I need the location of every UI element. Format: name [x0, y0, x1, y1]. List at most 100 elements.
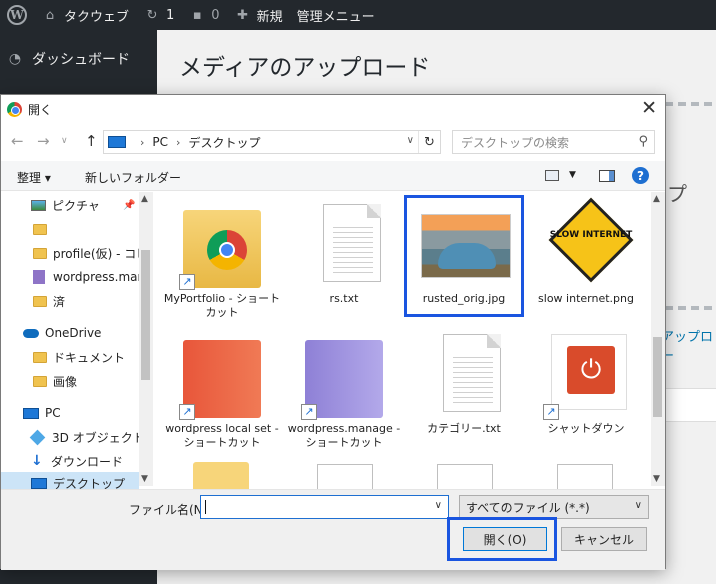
sign-text: SLOW INTERNET — [549, 230, 633, 240]
admin-menu-label: 管理メニュー — [296, 9, 375, 25]
folder-icon — [33, 247, 47, 259]
tree-scrollbar-thumb[interactable] — [141, 250, 150, 380]
file-item-shutdown[interactable]: ⏻ ↗ シャットダウン — [527, 326, 645, 446]
tree-item-wordpress-manage[interactable]: wordpress.manage — [1, 266, 139, 288]
tree-scrollbar[interactable]: ▲ ▼ — [139, 192, 153, 486]
partial-folder-icon[interactable] — [193, 462, 249, 489]
wp-logo-menu[interactable]: W — [0, 0, 34, 30]
new-content-menu[interactable]: ✚ 新規 — [227, 0, 290, 30]
scroll-up-icon[interactable]: ▲ — [653, 194, 660, 204]
grid-scrollbar[interactable]: ▲ ▼ — [651, 192, 665, 486]
recent-locations-icon[interactable]: ∨ — [61, 136, 68, 146]
preview-pane-icon[interactable] — [599, 170, 615, 182]
refresh-icon[interactable]: ↻ — [418, 131, 440, 153]
back-arrow-icon[interactable]: ← — [11, 132, 24, 150]
grid-scrollbar-thumb[interactable] — [653, 337, 662, 417]
file-item-category-txt[interactable]: カテゴリー.txt — [405, 326, 523, 446]
search-input[interactable]: デスクトップの検索 ⚲ — [452, 130, 655, 154]
pc-icon — [23, 407, 39, 419]
comments-menu[interactable]: ▪ 0 — [181, 0, 226, 30]
menu-item-dashboard-label: ダッシュボード — [32, 52, 130, 68]
upload-link[interactable]: アップロー — [661, 326, 716, 364]
filename-input[interactable]: ∨ — [200, 495, 449, 519]
tree-item-done[interactable]: 済 — [1, 290, 139, 312]
file-item-wordpress-local-set[interactable]: ↗ wordpress local set - ショートカット — [163, 326, 281, 449]
scroll-down-icon[interactable]: ▼ — [141, 474, 148, 484]
updates-menu[interactable]: ↻ 1 — [136, 0, 181, 30]
scroll-down-icon[interactable]: ▼ — [653, 474, 660, 484]
file-item-slow-internet-png[interactable]: SLOW INTERNET slow internet.png — [527, 196, 645, 316]
dialog-titlebar: 開く ✕ — [1, 95, 665, 123]
plus-icon: ✚ — [237, 7, 249, 23]
partial-file-icon[interactable] — [557, 464, 613, 489]
download-icon: ↓ — [31, 453, 43, 469]
document-lines — [333, 223, 373, 273]
page-title: メディアのアップロード — [179, 55, 431, 81]
chrome-folder-shortcut-icon: ↗ — [179, 204, 265, 290]
organize-button[interactable]: 整理 ▾ — [17, 169, 51, 186]
tree-item-label: wordpress.manage — [53, 270, 139, 284]
tree-item-pc[interactable]: PC — [1, 402, 139, 424]
photo-thumbnail — [421, 204, 511, 290]
text-file-icon — [301, 204, 387, 290]
view-options-icon[interactable] — [545, 170, 559, 181]
document-icon — [323, 204, 381, 282]
help-icon[interactable]: ? — [632, 167, 649, 184]
shortcut-arrow-icon: ↗ — [543, 404, 559, 420]
dialog-title: 開く — [28, 102, 53, 117]
tree-item-profile-copy[interactable]: profile(仮) - コピー — [1, 242, 139, 264]
close-icon[interactable]: ✕ — [641, 98, 657, 118]
pin-icon[interactable]: 📌 — [123, 200, 135, 211]
purple-folder-shortcut-icon: ↗ — [301, 334, 387, 420]
tree-item-downloads[interactable]: ↓ ダウンロード — [1, 450, 139, 472]
admin-menu-link[interactable]: 管理メニュー — [290, 0, 382, 30]
address-bar[interactable]: › PC › デスクトップ ∨ ↻ — [103, 130, 441, 154]
file-type-value: すべてのファイル (*.*) — [466, 500, 590, 515]
tree-item-desktop[interactable]: デスクトップ — [1, 472, 139, 489]
tree-item-label: OneDrive — [45, 326, 102, 340]
onedrive-icon — [23, 328, 39, 338]
chevron-down-icon[interactable]: ▼ — [569, 170, 576, 180]
up-arrow-icon[interactable]: ↑ — [85, 132, 98, 150]
folder-icon — [33, 351, 47, 363]
updates-count: 1 — [166, 7, 175, 23]
shortcut-arrow-icon: ↗ — [301, 404, 317, 420]
new-folder-button[interactable]: 新しいフォルダー — [85, 169, 181, 186]
file-grid: ↗ MyPortfolio - ショートカット rs.txt rusted_or… — [153, 192, 651, 489]
wordpress-file-icon — [33, 270, 45, 284]
3d-objects-icon — [29, 429, 46, 445]
breadcrumb-pc[interactable]: PC — [152, 135, 168, 149]
file-label: wordpress.manage - ショートカット — [287, 422, 401, 449]
chevron-down-icon[interactable]: ∨ — [407, 135, 414, 146]
pictures-icon — [31, 199, 46, 211]
refresh-icon: ↻ — [146, 7, 158, 23]
tree-item-pictures[interactable]: ピクチャ 📌 — [1, 194, 139, 216]
file-type-select[interactable]: すべてのファイル (*.*) ∨ — [459, 495, 649, 519]
orange-folder-shortcut-icon: ↗ — [179, 334, 265, 420]
chevron-down-icon[interactable]: ∨ — [435, 500, 442, 511]
tree-item-images[interactable]: 画像 — [1, 370, 139, 392]
scroll-up-icon[interactable]: ▲ — [141, 194, 148, 204]
tree-item-label: デスクトップ — [53, 476, 126, 490]
partial-file-icon[interactable] — [317, 464, 373, 489]
partial-file-icon[interactable] — [437, 464, 493, 489]
wordpress-logo-icon: W — [7, 5, 27, 25]
chrome-icon — [7, 101, 22, 117]
file-item-myportfolio[interactable]: ↗ MyPortfolio - ショートカット — [163, 196, 281, 319]
sign-thumbnail: SLOW INTERNET — [543, 197, 634, 290]
monitor-icon — [108, 136, 126, 148]
tree-item-onedrive[interactable]: OneDrive — [1, 322, 139, 344]
tree-item-3d-objects[interactable]: 3D オブジェクト — [1, 426, 139, 448]
file-item-rusted-orig-jpg[interactable]: rusted_orig.jpg — [404, 195, 524, 317]
menu-item-dashboard[interactable]: ◔ ダッシュボード — [0, 42, 157, 76]
file-item-rs-txt[interactable]: rs.txt — [285, 196, 403, 316]
tree-item-folder[interactable] — [1, 218, 139, 240]
breadcrumb-desktop[interactable]: デスクトップ — [188, 134, 260, 151]
forward-arrow-icon[interactable]: → — [37, 132, 50, 150]
cancel-button[interactable]: キャンセル — [561, 527, 647, 551]
site-name-menu[interactable]: ⌂ タクウェブ — [34, 0, 136, 30]
desktop-icon — [31, 477, 47, 489]
tree-item-documents[interactable]: ドキュメント — [1, 346, 139, 368]
file-item-wordpress-manage[interactable]: ↗ wordpress.manage - ショートカット — [285, 326, 403, 449]
shutdown-shortcut-icon: ⏻ ↗ — [543, 334, 629, 420]
